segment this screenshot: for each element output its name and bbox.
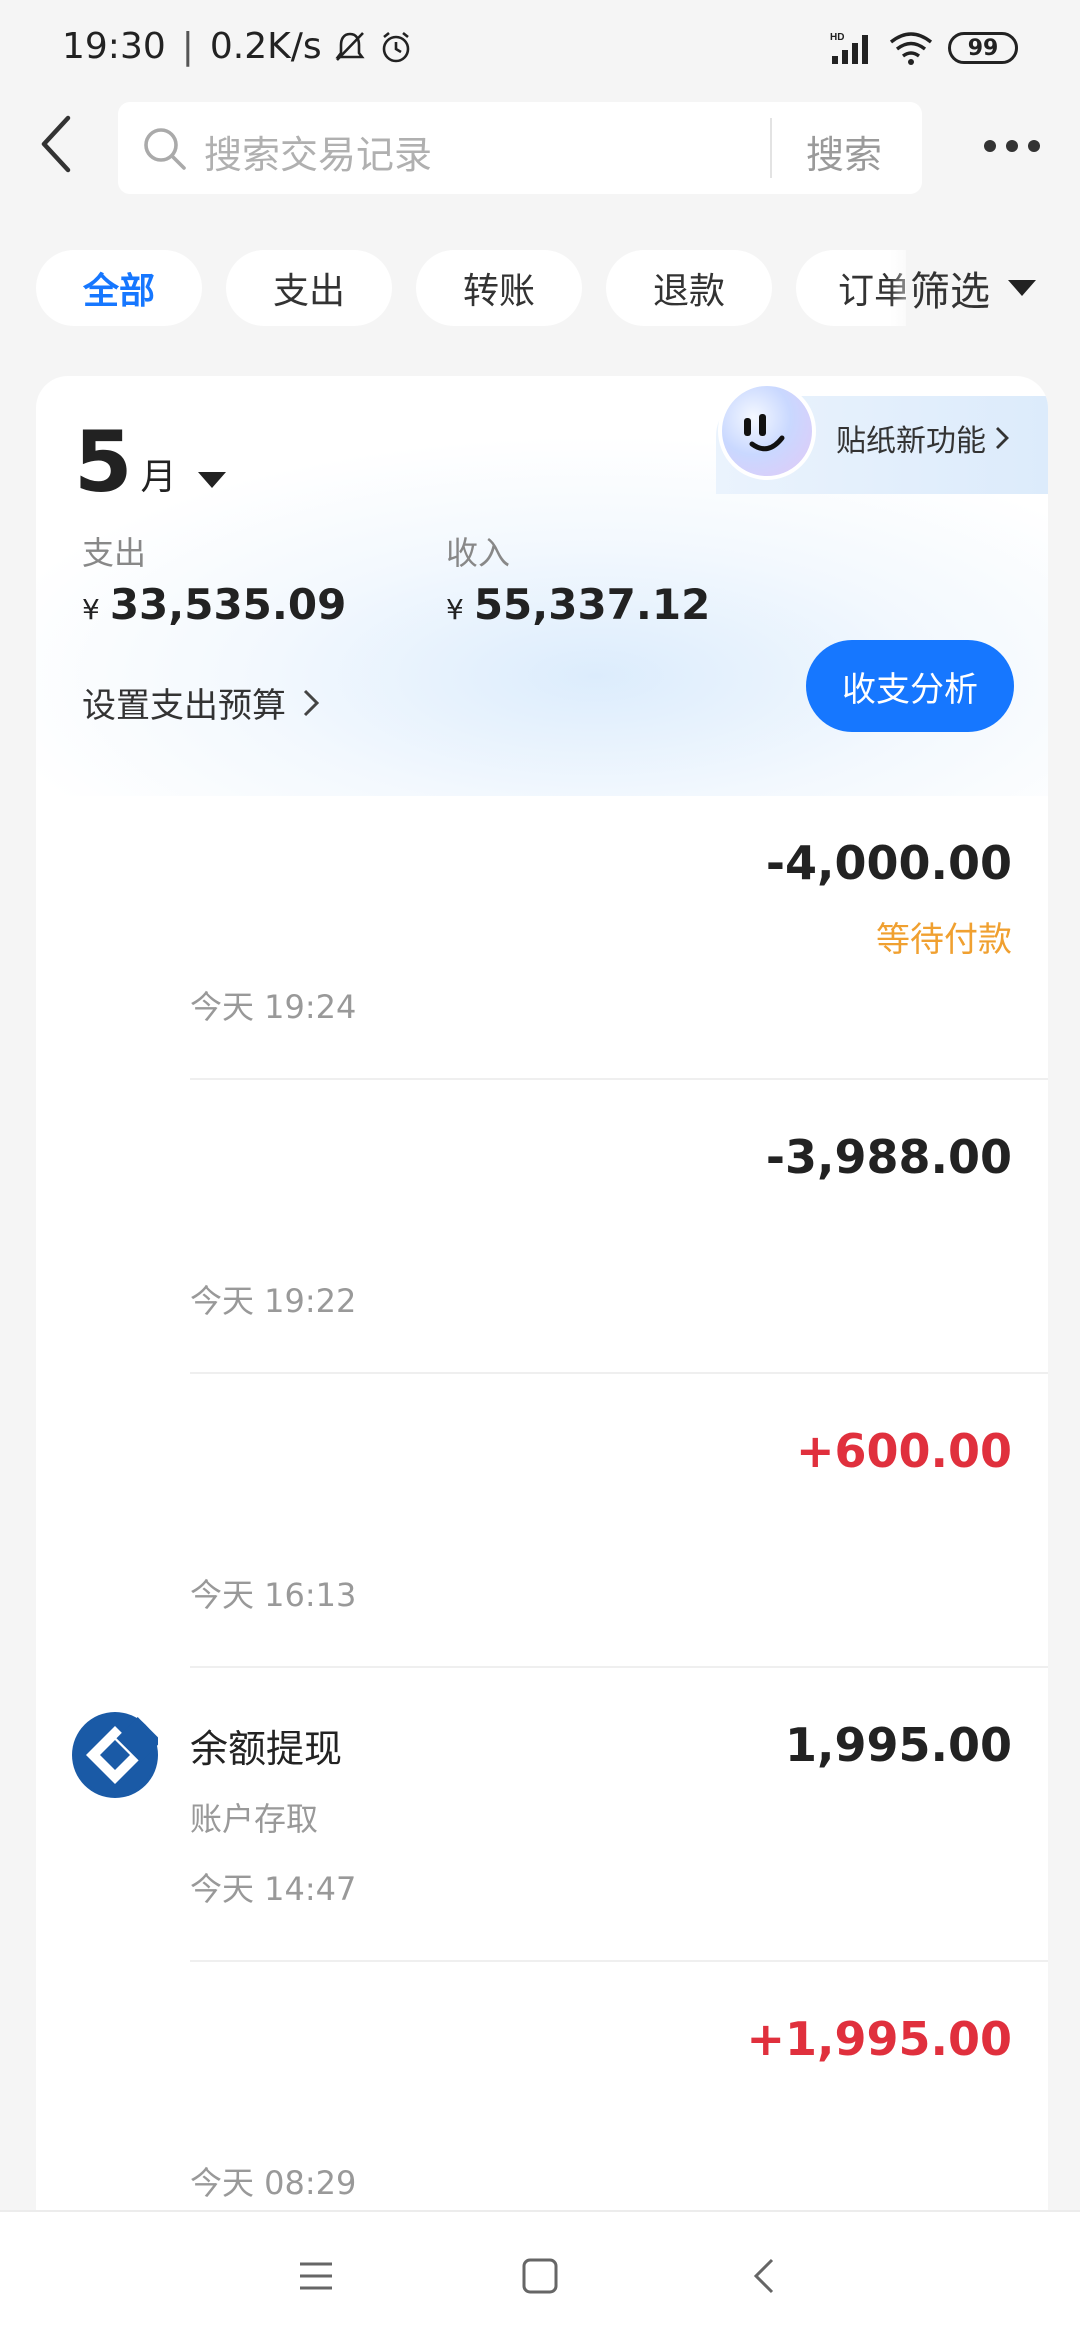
tab-transfer[interactable]: 转账 (416, 250, 582, 326)
filter-tabs: 全部 支出 转账 退款 订单 (36, 250, 906, 326)
status-separator: | (181, 26, 194, 67)
chevron-right-icon (996, 427, 1009, 449)
transaction-amount: 1,995.00 (785, 1718, 1012, 1772)
menu-icon[interactable] (294, 2254, 338, 2298)
dropdown-triangle-icon (1008, 280, 1036, 296)
budget-link[interactable]: 设置支出预算 (82, 678, 320, 727)
expense-label: 支出 (82, 534, 147, 572)
tab-refund[interactable]: 退款 (606, 250, 772, 326)
bank-logo-icon (72, 1712, 162, 1798)
income-total: ¥55,337.12 (446, 580, 710, 629)
signal-icon: HD (830, 32, 868, 64)
status-bar: 19:30 | 0.2K/s HD 99 (0, 0, 1080, 96)
transaction-time: 今天 08:29 (190, 2164, 357, 2202)
transaction-amount: +1,995.00 (746, 2012, 1012, 2066)
nav-back-icon[interactable] (744, 2254, 788, 2298)
transaction-amount: -3,988.00 (765, 1130, 1012, 1184)
income-value: 55,337.12 (473, 580, 711, 629)
dropdown-triangle-icon (198, 472, 227, 488)
transaction-time: 今天 19:22 (190, 1282, 357, 1320)
month-number: 5 (74, 413, 133, 511)
tab-all[interactable]: 全部 (36, 250, 202, 326)
wifi-icon (889, 32, 933, 65)
smiley-face-icon (744, 414, 785, 452)
transaction-status: 等待付款 (876, 920, 1012, 960)
expense-value: 33,535.09 (109, 580, 347, 629)
currency-symbol: ¥ (82, 593, 100, 626)
battery-indicator: 99 (948, 32, 1018, 64)
status-net-speed: 0.2K/s (209, 26, 322, 67)
transaction-title: 余额提现 (190, 1727, 343, 1771)
home-square-icon[interactable] (518, 2254, 562, 2298)
currency-symbol: ¥ (446, 593, 464, 626)
sticker-promo-link[interactable]: 贴纸新功能 (836, 416, 1010, 460)
mute-bell-icon (335, 31, 365, 61)
search-divider (770, 118, 772, 178)
sticker-promo-label: 贴纸新功能 (836, 424, 986, 459)
status-left: 19:30 | 0.2K/s (62, 26, 414, 67)
search-input[interactable]: 搜索交易记录 (204, 124, 432, 179)
transactions-card: 贴纸新功能 5 月 支出 ¥33,535.09 收入 ¥55,337.12 设置… (36, 376, 1048, 2340)
transaction-category: 账户存取 (190, 1800, 319, 1838)
transaction-time: 今天 19:24 (190, 988, 357, 1026)
chevron-right-icon (303, 689, 320, 716)
budget-label: 设置支出预算 (82, 686, 286, 726)
search-icon (144, 128, 186, 170)
transaction-row[interactable]: 余额提现 账户存取 1,995.00 今天 14:47 (36, 1668, 1048, 1962)
status-right: HD 99 (830, 30, 1018, 66)
status-time: 19:30 (62, 26, 166, 67)
search-button[interactable]: 搜索 (806, 124, 882, 179)
transaction-row[interactable]: -4,000.00 等待付款 今天 19:24 (36, 786, 1048, 1080)
transaction-amount: +600.00 (795, 1424, 1012, 1478)
transaction-amount: -4,000.00 (765, 836, 1012, 890)
transaction-time: 今天 16:13 (190, 1576, 357, 1614)
expense-total: ¥33,535.09 (82, 580, 346, 629)
back-arrow-icon[interactable] (30, 112, 86, 176)
more-dots-icon[interactable] (984, 128, 1048, 164)
transaction-row[interactable]: +600.00 今天 16:13 (36, 1374, 1048, 1668)
svg-text:HD: HD (830, 32, 844, 43)
month-unit: 月 (140, 457, 177, 498)
month-selector[interactable]: 5 月 (74, 413, 227, 511)
transaction-row[interactable]: -3,988.00 今天 19:22 (36, 1080, 1048, 1374)
sticker-avatar-icon[interactable] (718, 382, 816, 480)
income-expense-analysis-button[interactable]: 收支分析 (806, 640, 1014, 732)
transaction-time: 今天 14:47 (190, 1870, 357, 1908)
filter-label: 筛选 (910, 269, 990, 315)
alarm-icon (382, 31, 409, 62)
system-nav-bar (0, 2210, 1080, 2340)
filter-button[interactable]: 筛选 (890, 250, 1080, 326)
income-label: 收入 (446, 534, 511, 572)
tab-expense[interactable]: 支出 (226, 250, 392, 326)
search-box[interactable]: 搜索交易记录 搜索 (118, 102, 922, 194)
